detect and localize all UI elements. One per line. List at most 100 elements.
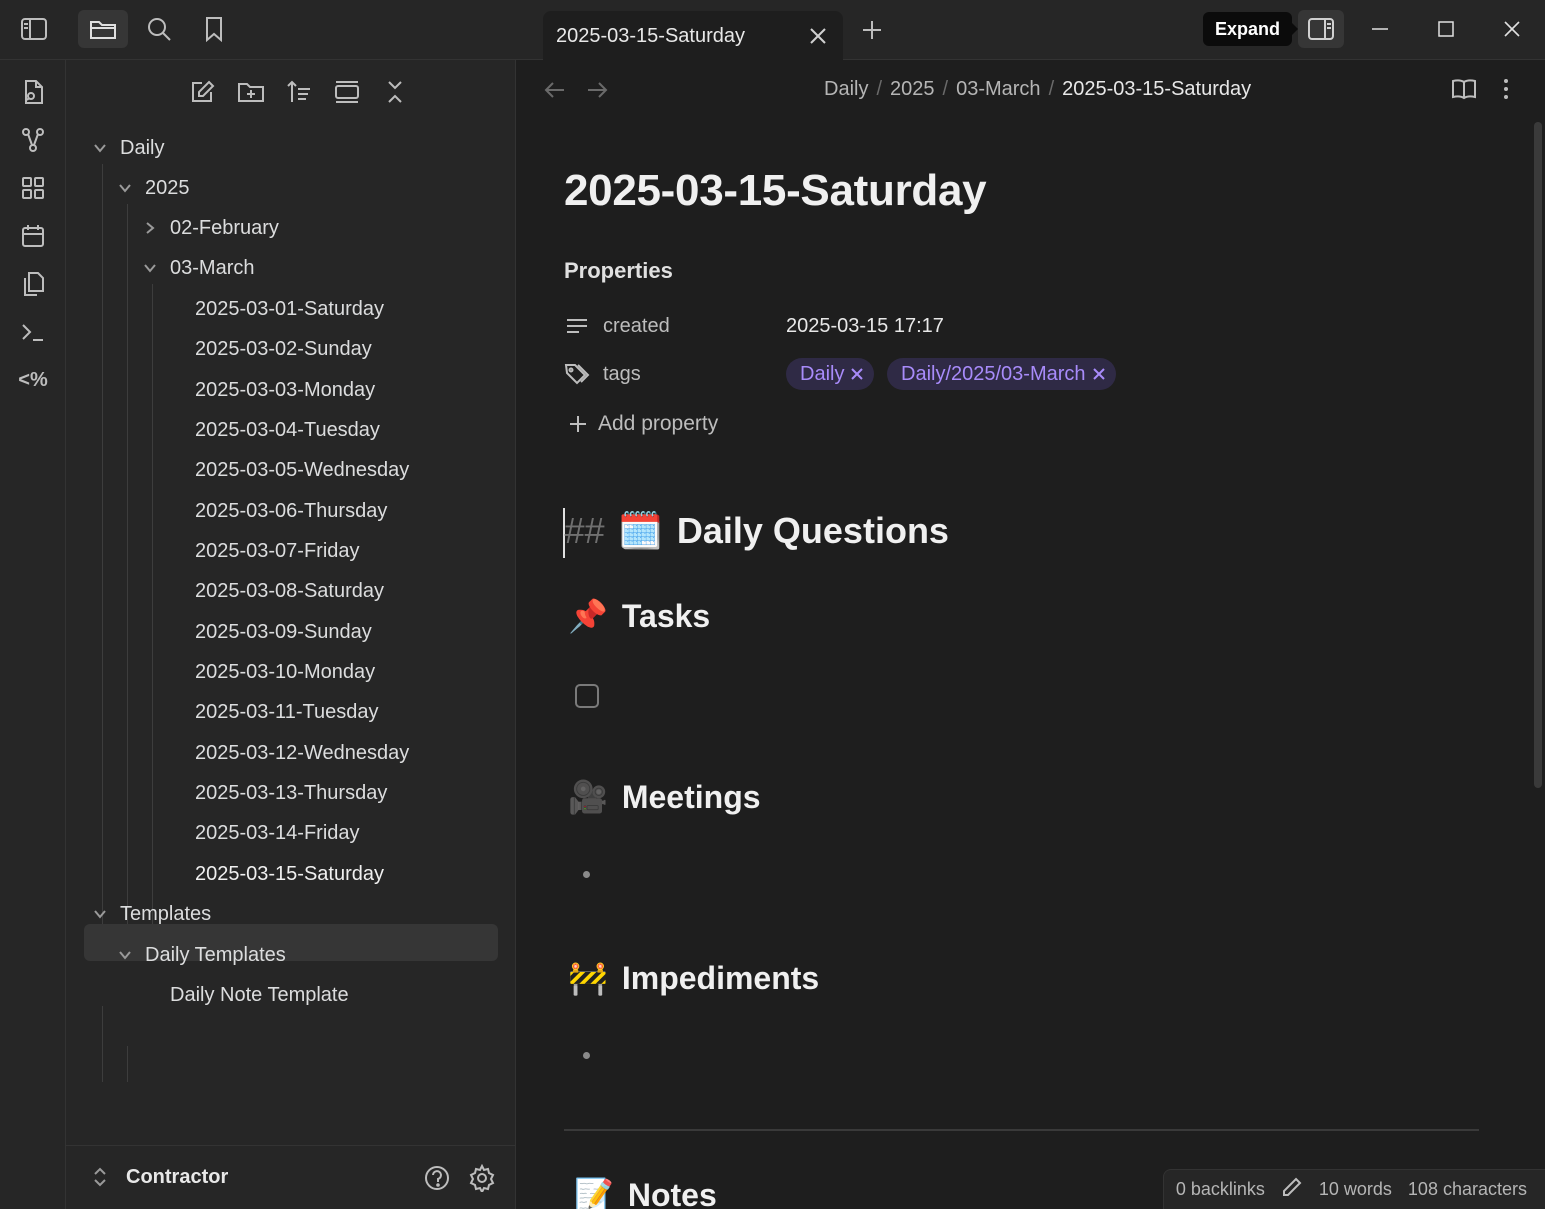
file-item[interactable]: 2025-03-11-Tuesday: [195, 694, 378, 730]
heading-text: Meetings: [621, 778, 761, 815]
file-item[interactable]: 2025-03-12-Wednesday: [195, 735, 409, 771]
plus-icon: [570, 416, 586, 432]
chevron-down-icon: [117, 180, 133, 196]
more-options-icon[interactable]: [1491, 74, 1521, 104]
heading-daily-questions[interactable]: ## 🗓️ Daily Questions: [564, 510, 949, 552]
canvas-icon[interactable]: [13, 168, 53, 208]
file-item-selected[interactable]: 2025-03-15-Saturday: [195, 856, 384, 892]
file-item[interactable]: 2025-03-08-Saturday: [195, 573, 384, 609]
graph-view-icon[interactable]: [13, 120, 53, 160]
chevron-down-icon: [142, 260, 158, 276]
chevron-down-icon: [92, 140, 108, 156]
backlinks-count[interactable]: 0 backlinks: [1176, 1179, 1265, 1200]
files-tab-folder-icon[interactable]: [78, 10, 128, 48]
settings-gear-icon[interactable]: [468, 1163, 496, 1197]
heading-meetings[interactable]: 🎥 Meetings: [568, 778, 761, 816]
folder-03-march[interactable]: 03-March: [142, 250, 254, 286]
file-item[interactable]: 2025-03-05-Wednesday: [195, 452, 409, 488]
breadcrumb-item[interactable]: Daily: [824, 78, 868, 101]
folder-templates[interactable]: Templates: [92, 896, 211, 932]
folder-2025[interactable]: 2025: [117, 170, 190, 206]
heading-text: Impediments: [621, 959, 820, 996]
breadcrumb-separator: /: [1048, 77, 1055, 100]
new-note-icon[interactable]: [185, 74, 221, 110]
property-value[interactable]: 2025-03-15 17:17: [786, 315, 944, 338]
vault-switcher[interactable]: Contractor: [66, 1145, 516, 1209]
search-icon[interactable]: [134, 10, 184, 48]
chevron-down-icon: [117, 947, 133, 963]
construction-emoji-icon: 🚧: [568, 960, 608, 996]
remove-tag-icon[interactable]: [1092, 367, 1106, 381]
file-item[interactable]: 2025-03-07-Friday: [195, 533, 360, 569]
new-folder-icon[interactable]: [233, 74, 269, 110]
property-key[interactable]: created: [603, 315, 670, 338]
note-title[interactable]: 2025-03-15-Saturday: [564, 166, 987, 216]
memo-emoji-icon: 📝: [574, 1177, 614, 1209]
new-tab-plus-icon[interactable]: [856, 14, 888, 46]
breadcrumb-separator: /: [942, 77, 949, 100]
movie-camera-emoji-icon: 🎥: [568, 779, 608, 815]
property-key[interactable]: tags: [603, 363, 641, 386]
bookmarks-icon[interactable]: [189, 10, 239, 48]
folder-label: 03-March: [170, 256, 255, 279]
file-item[interactable]: 2025-03-13-Thursday: [195, 775, 387, 811]
tag-pill[interactable]: Daily/2025/03-March: [887, 358, 1116, 390]
breadcrumb-current[interactable]: 2025-03-15-Saturday: [1062, 78, 1251, 101]
active-tab[interactable]: 2025-03-15-Saturday: [543, 11, 843, 61]
add-property-button[interactable]: Add property: [568, 412, 718, 436]
file-explorer: Daily 2025 02-February 03-March 2025-03-…: [66, 60, 516, 1209]
breadcrumb-item[interactable]: 2025: [890, 78, 935, 101]
heading-text: Tasks: [621, 597, 711, 634]
toggle-right-sidebar-icon[interactable]: [1298, 10, 1344, 48]
toggle-left-sidebar-icon[interactable]: [9, 10, 59, 48]
file-item[interactable]: 2025-03-01-Saturday: [195, 291, 384, 327]
reading-view-book-icon[interactable]: [1449, 74, 1479, 104]
collapse-all-icon[interactable]: [377, 74, 413, 110]
folder-daily-templates[interactable]: Daily Templates: [117, 937, 286, 973]
list-bullet[interactable]: [583, 1052, 590, 1059]
sort-order-icon[interactable]: [281, 74, 317, 110]
folder-label: Daily Templates: [145, 943, 286, 966]
task-checkbox[interactable]: [575, 684, 599, 708]
help-icon[interactable]: [423, 1164, 451, 1197]
file-item[interactable]: 2025-03-02-Sunday: [195, 331, 372, 367]
folder-daily[interactable]: Daily: [92, 130, 164, 166]
file-item[interactable]: 2025-03-04-Tuesday: [195, 412, 380, 448]
command-palette-icon[interactable]: [13, 312, 53, 352]
breadcrumb-item[interactable]: 03-March: [956, 78, 1040, 101]
file-item[interactable]: 2025-03-10-Monday: [195, 654, 375, 690]
tag-pill[interactable]: Daily: [786, 358, 875, 390]
character-count: 108 characters: [1407, 1179, 1527, 1199]
list-bullet[interactable]: [583, 871, 590, 878]
file-item[interactable]: 2025-03-03-Monday: [195, 372, 375, 408]
close-window-icon[interactable]: [1489, 8, 1535, 50]
maximize-icon[interactable]: [1423, 8, 1469, 50]
edit-pencil-icon[interactable]: [1281, 1176, 1303, 1203]
status-bar: 0 backlinks 10 words 108 characters: [1162, 1169, 1545, 1209]
close-tab-icon[interactable]: [805, 23, 831, 49]
file-item[interactable]: 2025-03-14-Friday: [195, 815, 360, 851]
auto-reveal-icon[interactable]: [329, 74, 365, 110]
calendar-icon[interactable]: [13, 216, 53, 256]
properties-heading[interactable]: Properties: [564, 258, 673, 284]
file-item[interactable]: 2025-03-06-Thursday: [195, 493, 387, 529]
markdown-heading-marker: ##: [564, 510, 605, 551]
file-item[interactable]: 2025-03-09-Sunday: [195, 614, 372, 650]
heading-notes[interactable]: 📝 Notes: [574, 1176, 717, 1209]
indent-guide: [127, 1046, 128, 1082]
tag-label: Daily/2025/03-March: [901, 362, 1086, 385]
templater-icon[interactable]: <%: [13, 360, 53, 400]
open-file-icon[interactable]: [13, 72, 53, 112]
minimize-icon[interactable]: [1357, 8, 1403, 50]
tab-title: 2025-03-15-Saturday: [556, 24, 746, 47]
scrollbar-thumb[interactable]: [1534, 122, 1542, 788]
heading-impediments[interactable]: 🚧 Impediments: [568, 959, 819, 997]
forward-arrow-icon[interactable]: [583, 76, 611, 104]
file-item[interactable]: Daily Note Template: [170, 977, 349, 1013]
remove-tag-icon[interactable]: [850, 367, 864, 381]
folder-label: Daily: [120, 136, 165, 159]
files-icon[interactable]: [13, 264, 53, 304]
folder-02-february[interactable]: 02-February: [142, 210, 279, 246]
heading-tasks[interactable]: 📌 Tasks: [568, 597, 710, 635]
back-arrow-icon[interactable]: [541, 76, 569, 104]
